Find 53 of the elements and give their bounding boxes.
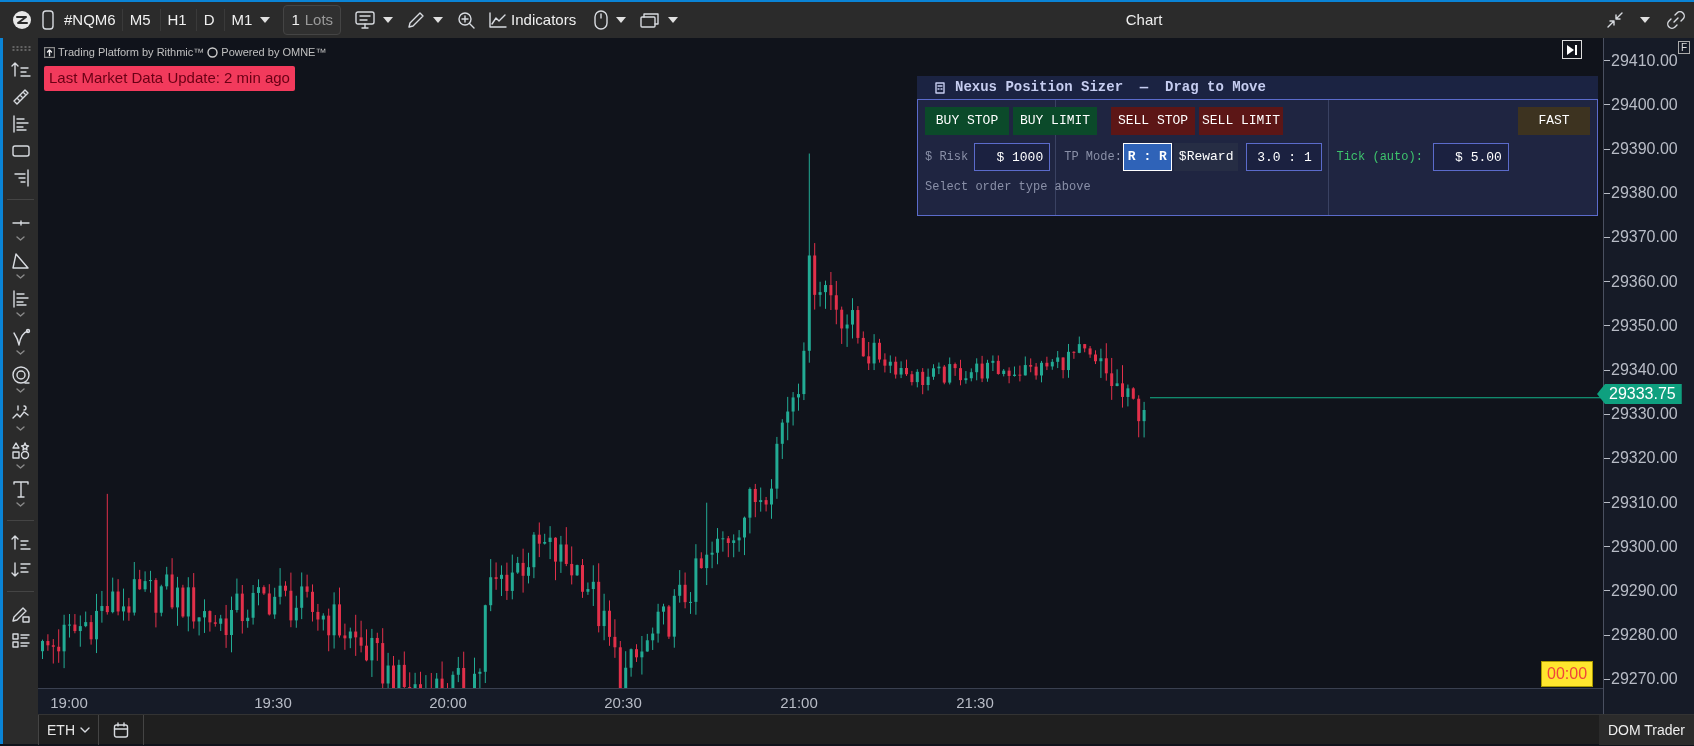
timeframe-button[interactable]: D: [195, 8, 222, 32]
time-axis-label: 20:00: [429, 693, 467, 713]
risk-field[interactable]: $ 1000: [974, 143, 1051, 171]
price-axis-label: 29350.00: [1611, 315, 1678, 336]
price-axis-label: 29390.00: [1611, 139, 1678, 160]
price-axis-label: 29380.00: [1611, 183, 1678, 204]
time-axis-label: 19:30: [254, 693, 292, 713]
price-axis-label: 29290.00: [1611, 580, 1678, 601]
timeframe-button[interactable]: M1: [223, 8, 278, 32]
price-axis-label: 29320.00: [1611, 448, 1678, 469]
tick-field[interactable]: $ 5.00: [1432, 143, 1509, 171]
dom-trader-button[interactable]: DOM Trader: [1599, 715, 1694, 745]
fast-button[interactable]: FAST: [1518, 107, 1590, 135]
tp-mode-option[interactable]: $Reward: [1173, 143, 1239, 171]
price-axis-label: 29360.00: [1611, 271, 1678, 292]
order-type-button[interactable]: SELL STOP: [1111, 107, 1195, 135]
price-axis-label: 29300.00: [1611, 536, 1678, 557]
tp-mode-label: TP Mode:: [1064, 149, 1122, 166]
price-axis-label: 29310.00: [1611, 492, 1678, 513]
bar-timer: 00:00: [1541, 661, 1594, 687]
tick-label: Tick (auto):: [1336, 149, 1423, 166]
price-axis-label: 29370.00: [1611, 227, 1678, 248]
time-axis-label: 20:30: [604, 693, 642, 713]
scale-mode-button[interactable]: F: [1677, 41, 1690, 54]
timeframe-button[interactable]: M5: [121, 8, 158, 32]
ratio-field[interactable]: 3.0 : 1: [1246, 143, 1323, 171]
tp-mode-option[interactable]: R : R: [1122, 143, 1172, 171]
price-axis-label: 29270.00: [1611, 669, 1678, 690]
data-update-alert: Last Market Data Update: 2 min ago: [44, 66, 295, 91]
powered-by-text: Powered by OMNE™: [221, 45, 327, 60]
order-type-button[interactable]: SELL LIMIT: [1199, 107, 1283, 135]
sizer-header[interactable]: Nexus Position Sizer — Drag to Move: [917, 76, 1598, 99]
risk-label: $ Risk: [925, 149, 969, 166]
timeframe-button[interactable]: H1: [159, 8, 194, 32]
order-type-button[interactable]: BUY STOP: [925, 107, 1009, 135]
time-axis-label: 21:30: [956, 693, 994, 713]
window-title: Chart: [1125, 10, 1163, 28]
price-axis-label: 29280.00: [1611, 625, 1678, 646]
session-dropdown[interactable]: ETH: [38, 715, 99, 745]
hint-text: Select order type above: [925, 180, 1091, 194]
current-price-tag: 29333.75: [1597, 384, 1682, 404]
sizer-title: Nexus Position Sizer — Drag to Move: [955, 78, 1266, 97]
time-axis-label: 21:00: [780, 693, 818, 713]
price-axis-label: 29340.00: [1611, 360, 1678, 380]
time-axis-label: 19:00: [50, 693, 88, 713]
price-axis-label: 29400.00: [1611, 94, 1678, 115]
price-axis-label: 29330.00: [1611, 404, 1678, 425]
price-axis-label: 29410.00: [1611, 50, 1678, 71]
symbol-label[interactable]: #NQM6: [60, 8, 120, 32]
lots-field[interactable]: 1 Lots: [283, 4, 342, 36]
order-type-button[interactable]: BUY LIMIT: [1013, 107, 1097, 135]
indicators-button[interactable]: Indicators: [511, 8, 577, 32]
branding-text: Trading Platform by Rithmic™: [58, 45, 205, 60]
